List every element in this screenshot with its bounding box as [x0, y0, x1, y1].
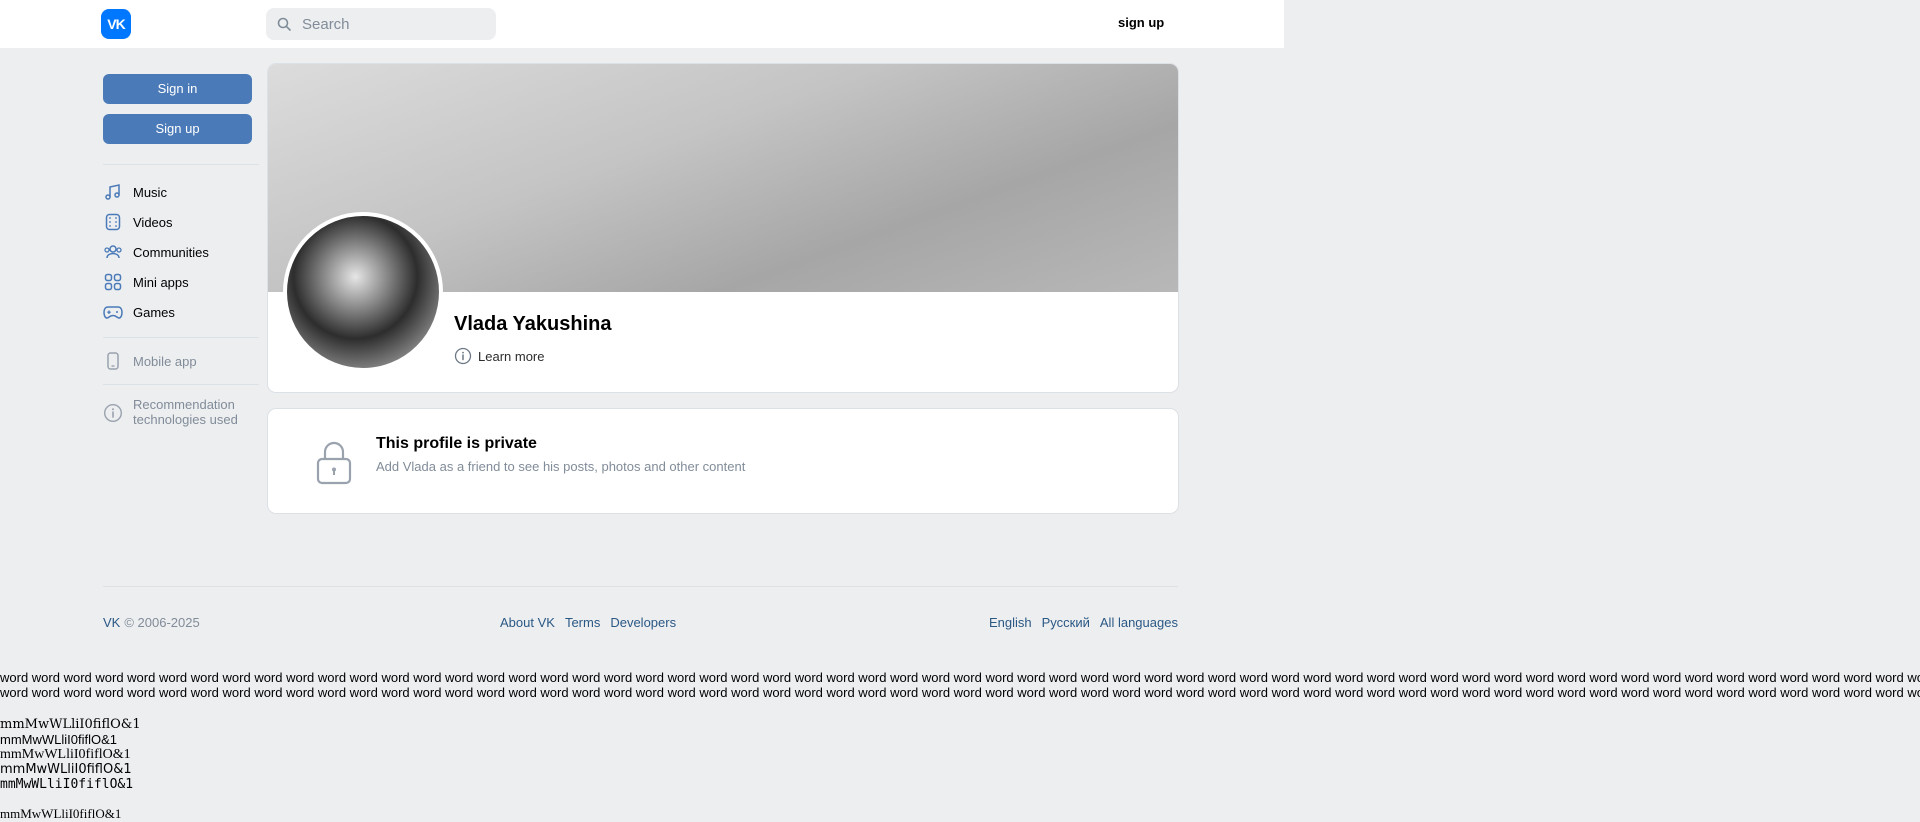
- communities-icon: [103, 242, 123, 262]
- sidebar-item-label: Games: [133, 304, 175, 320]
- sidebar-item-label: Music: [133, 184, 167, 200]
- sidebar-item-recommendation[interactable]: Recommendation technologies used: [103, 397, 259, 427]
- private-profile-card: This profile is private Add Vlada as a f…: [268, 409, 1178, 513]
- glyph-sample: mmMwWLliI0fiflO&1: [0, 762, 132, 777]
- about-vk-link[interactable]: About VK: [500, 615, 555, 630]
- sidebar-divider: [103, 384, 259, 385]
- sign-up-button[interactable]: Sign up: [103, 114, 252, 144]
- sidebar-item-mobile-app[interactable]: Mobile app: [103, 346, 259, 376]
- private-title: This profile is private: [376, 435, 537, 452]
- all-languages-link[interactable]: All languages: [1100, 615, 1178, 630]
- profile-name: Vlada Yakushina: [454, 313, 612, 335]
- sidebar-item-label: Communities: [133, 244, 209, 260]
- vk-home-link[interactable]: VK: [103, 615, 120, 630]
- filler-line: word word word word word word word word …: [0, 670, 1920, 685]
- sidebar-item-mini-apps[interactable]: Mini apps: [103, 267, 259, 297]
- search-box[interactable]: [266, 8, 496, 40]
- search-input[interactable]: [302, 8, 487, 40]
- sidebar-item-label: Mini apps: [133, 274, 189, 290]
- reco-line-1: Recommendation: [133, 397, 235, 412]
- gamepad-icon: [103, 302, 123, 322]
- sidebar-item-label: Videos: [133, 214, 173, 230]
- footer-links: About VK Terms Developers: [500, 615, 686, 630]
- sidebar-item-games[interactable]: Games: [103, 297, 259, 327]
- sidebar-item-music[interactable]: Music: [103, 177, 259, 207]
- footer-copyright: VK © 2006-2025: [103, 615, 200, 630]
- filler-text: word word word word word word word word …: [0, 670, 1920, 700]
- search-icon: [277, 17, 291, 31]
- glyph-sample: mmMwWLliI0fiflO&1: [0, 777, 134, 792]
- phone-icon: [103, 351, 123, 371]
- mini-apps-icon: [103, 272, 123, 292]
- learn-more-link[interactable]: Learn more: [454, 347, 544, 365]
- sign-in-button[interactable]: Sign in: [103, 74, 252, 104]
- sidebar-item-label: Mobile app: [133, 353, 197, 369]
- sidebar-item-communities[interactable]: Communities: [103, 237, 259, 267]
- avatar[interactable]: [283, 212, 443, 372]
- lang-english-link[interactable]: English: [989, 615, 1032, 630]
- lang-russian-link[interactable]: Русский: [1042, 615, 1090, 630]
- learn-more-label: Learn more: [478, 348, 545, 364]
- profile-card: Vlada Yakushina Learn more: [268, 64, 1178, 392]
- footer-divider: [103, 586, 1178, 587]
- glyph-sample: mmMwWLliI0fiflO&1: [0, 717, 141, 732]
- glyph-sample: mmMwWLliI0fiflO&1: [0, 747, 131, 762]
- sidebar-divider: [103, 164, 259, 165]
- sidebar-divider: [103, 337, 259, 338]
- glyph-sample: mmMwWLliI0fiflO&1: [0, 806, 122, 821]
- music-icon: [103, 182, 123, 202]
- private-subtitle: Add Vlada as a friend to see his posts, …: [376, 459, 746, 474]
- sidebar: Sign in Sign up Music Videos Communities…: [103, 74, 259, 427]
- lock-icon: [316, 441, 352, 485]
- footer-languages: English Русский All languages: [989, 615, 1178, 630]
- header-signup-link[interactable]: sign up: [1118, 15, 1164, 30]
- sidebar-item-videos[interactable]: Videos: [103, 207, 259, 237]
- copyright-years: © 2006-2025: [124, 615, 200, 630]
- vk-logo[interactable]: VK: [101, 9, 131, 39]
- glyph-sample: mmMwWLliI0fiflO&1: [0, 732, 118, 747]
- filler-line: word word word word word word word word …: [0, 685, 1920, 700]
- video-icon: [103, 212, 123, 232]
- reco-line-2: technologies used: [133, 412, 238, 427]
- info-icon: [103, 403, 123, 423]
- info-icon: [454, 347, 472, 365]
- terms-link[interactable]: Terms: [565, 615, 600, 630]
- developers-link[interactable]: Developers: [610, 615, 676, 630]
- top-bar: VK sign up: [0, 0, 1284, 48]
